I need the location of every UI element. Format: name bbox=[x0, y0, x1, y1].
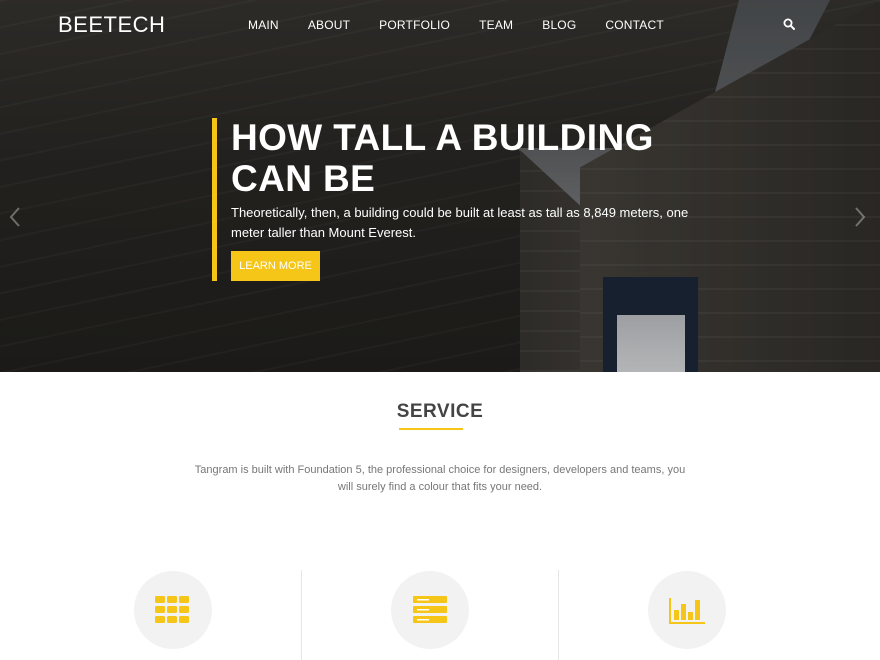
nav-item-portfolio[interactable]: PORTFOLIO bbox=[379, 18, 450, 32]
service-icon-circle[interactable] bbox=[391, 571, 469, 649]
service-divider bbox=[301, 570, 302, 660]
service-icon-circle[interactable] bbox=[134, 571, 212, 649]
chevron-left-icon[interactable] bbox=[8, 206, 22, 228]
grid-icon bbox=[155, 596, 189, 623]
nav-item-blog[interactable]: BLOG bbox=[542, 18, 576, 32]
chevron-right-icon[interactable] bbox=[853, 206, 867, 228]
bar-chart-icon bbox=[669, 598, 705, 624]
hero-description: Theoretically, then, a building could be… bbox=[231, 203, 691, 243]
service-icon-circle[interactable] bbox=[648, 571, 726, 649]
service-title-underline bbox=[399, 428, 463, 430]
search-icon[interactable] bbox=[783, 18, 795, 30]
hero-title-line2: CAN BE bbox=[231, 158, 376, 199]
service-description-line1: Tangram is built with Foundation 5, the … bbox=[194, 464, 686, 476]
site-logo[interactable]: BEETECH bbox=[58, 12, 165, 38]
server-icon bbox=[413, 596, 447, 623]
hero-slider: BEETECH MAIN ABOUT PORTFOLIO TEAM BLOG C… bbox=[0, 0, 880, 372]
hero-description-line1: Theoretically, then, a building could be… bbox=[231, 205, 689, 220]
hero-title: HOW TALL A BUILDING CAN BE bbox=[231, 117, 691, 199]
service-description-line2: will surely find a colour that fits your… bbox=[337, 481, 543, 493]
hero-title-line1: HOW TALL A BUILDING bbox=[231, 117, 654, 158]
learn-more-button[interactable]: LEARN MORE bbox=[231, 251, 320, 281]
nav-item-team[interactable]: TEAM bbox=[479, 18, 513, 32]
service-title: SERVICE bbox=[396, 401, 484, 422]
main-nav: MAIN ABOUT PORTFOLIO TEAM BLOG CONTACT bbox=[248, 18, 693, 32]
nav-item-main[interactable]: MAIN bbox=[248, 18, 279, 32]
nav-item-contact[interactable]: CONTACT bbox=[605, 18, 664, 32]
hero-accent-bar bbox=[212, 118, 217, 281]
hero-description-line2: meter taller than Mount Everest. bbox=[231, 225, 416, 240]
nav-item-about[interactable]: ABOUT bbox=[308, 18, 350, 32]
service-description: Tangram is built with Foundation 5, the … bbox=[180, 462, 700, 496]
service-divider bbox=[558, 570, 559, 660]
